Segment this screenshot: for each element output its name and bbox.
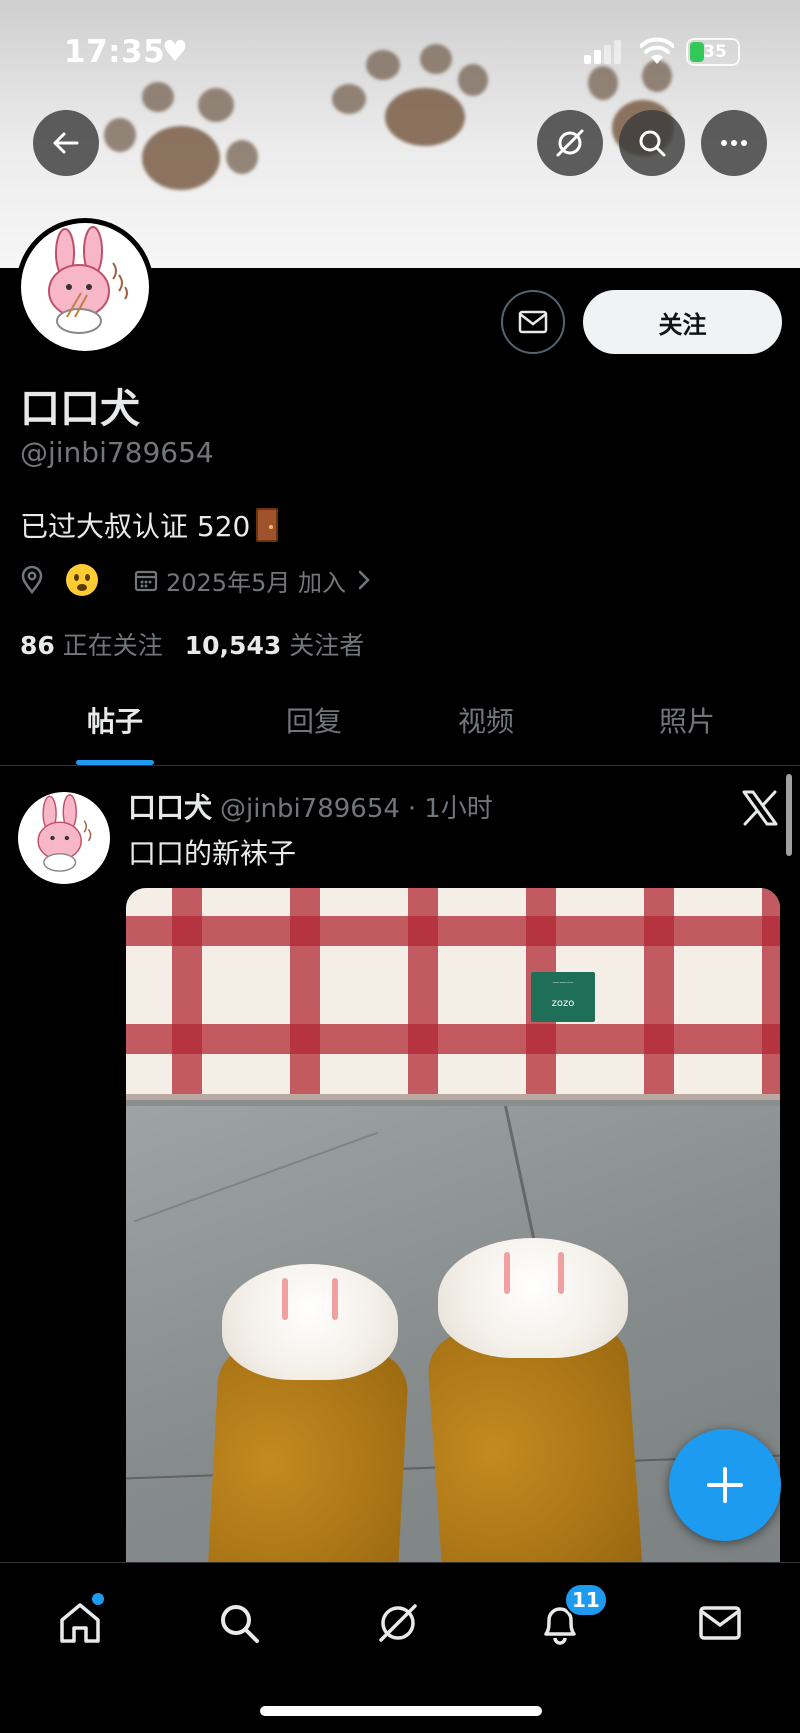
paw-print — [226, 140, 258, 174]
status-bar: 17:35 ♥ 35 — [0, 0, 800, 100]
tab-videos[interactable]: 视频 — [398, 690, 574, 765]
plus-icon — [707, 1467, 743, 1503]
wifi-icon — [640, 37, 674, 64]
bio-text: 已过大叔认证 520 — [20, 510, 251, 543]
more-icon — [721, 140, 747, 146]
following-count: 86 — [20, 631, 55, 660]
back-arrow-icon — [53, 132, 79, 154]
paw-print — [104, 118, 136, 152]
following-label: 正在关注 — [62, 631, 163, 660]
post-author-handle[interactable]: @jinbi789654 — [220, 794, 400, 824]
heart-icon: ♥ — [162, 34, 188, 68]
profile-avatar[interactable] — [16, 218, 154, 356]
follow-button[interactable]: 关注 — [583, 290, 782, 354]
status-time: 17:35 — [64, 34, 166, 70]
post-author-name[interactable]: 口口犬 — [128, 786, 212, 826]
post-author-avatar[interactable] — [18, 792, 110, 884]
profile-tabs: 帖子 回复 视频 照片 — [0, 690, 800, 766]
follow-stats: 86 正在关注 10,543 关注者 — [20, 626, 364, 662]
search-icon — [221, 1605, 259, 1643]
left-sock-toe — [222, 1264, 398, 1380]
tab-posts[interactable]: 帖子 — [0, 690, 230, 765]
search-button[interactable] — [619, 110, 685, 176]
post-text: 口口的新袜子 — [128, 837, 297, 870]
x-logo-icon[interactable] — [740, 788, 780, 828]
back-button[interactable] — [33, 110, 99, 176]
grok-button[interactable] — [537, 110, 603, 176]
profile-handle: @jinbi789654 — [20, 436, 214, 469]
post-header: 口口犬 @jinbi789654 · 1小时 — [128, 786, 493, 826]
following-link[interactable]: 86 正在关注 — [20, 626, 163, 662]
followers-label: 关注者 — [289, 631, 365, 660]
followers-count: 10,543 — [184, 631, 282, 660]
profile-bio: 已过大叔认证 520 — [20, 505, 279, 545]
home-indicator[interactable] — [260, 1706, 542, 1716]
bunny-avatar-illustration — [37, 794, 92, 872]
tab-replies[interactable]: 回复 — [230, 690, 398, 765]
more-button[interactable] — [701, 110, 767, 176]
nav-grok[interactable] — [372, 1597, 424, 1649]
message-button[interactable] — [501, 290, 565, 354]
post-timestamp[interactable]: 1小时 — [424, 788, 493, 825]
blanket-tag-text: zozo — [551, 998, 575, 1009]
join-date[interactable]: 2025年5月 加入 — [166, 563, 346, 598]
nav-messages[interactable] — [694, 1597, 746, 1649]
location-icon — [21, 566, 43, 594]
bunny-avatar-illustration — [48, 226, 128, 334]
home-unread-dot — [92, 1593, 104, 1605]
paw-print — [142, 126, 220, 190]
compose-button[interactable] — [669, 1429, 781, 1541]
mail-icon — [699, 1606, 741, 1640]
grok-icon — [556, 129, 584, 157]
tab-photos[interactable]: 照片 — [574, 690, 800, 765]
plaid-blanket: ——— zozo — [126, 888, 780, 1100]
chevron-right-icon[interactable] — [354, 568, 374, 592]
nav-search[interactable] — [213, 1597, 265, 1649]
home-icon — [60, 1603, 100, 1643]
search-icon — [639, 130, 666, 157]
notification-badge: 11 — [564, 1583, 608, 1617]
door-emoji-icon — [256, 508, 279, 542]
scrollbar[interactable] — [786, 774, 792, 856]
right-sock-toe — [438, 1238, 628, 1358]
blanket-tag: ——— zozo — [531, 972, 595, 1022]
profile-name: 口口犬 — [20, 386, 140, 432]
followers-link[interactable]: 10,543 关注者 — [185, 626, 364, 662]
battery-indicator: 35 — [686, 38, 740, 66]
profile-meta: 2025年5月 加入 — [20, 562, 374, 598]
grok-icon — [379, 1604, 417, 1642]
cellular-signal-icon — [584, 40, 622, 64]
flushed-face-emoji-icon — [66, 564, 98, 596]
calendar-icon — [134, 570, 158, 592]
post-separator: · — [407, 794, 417, 824]
battery-percent: 35 — [703, 42, 727, 62]
mail-icon — [518, 310, 548, 334]
